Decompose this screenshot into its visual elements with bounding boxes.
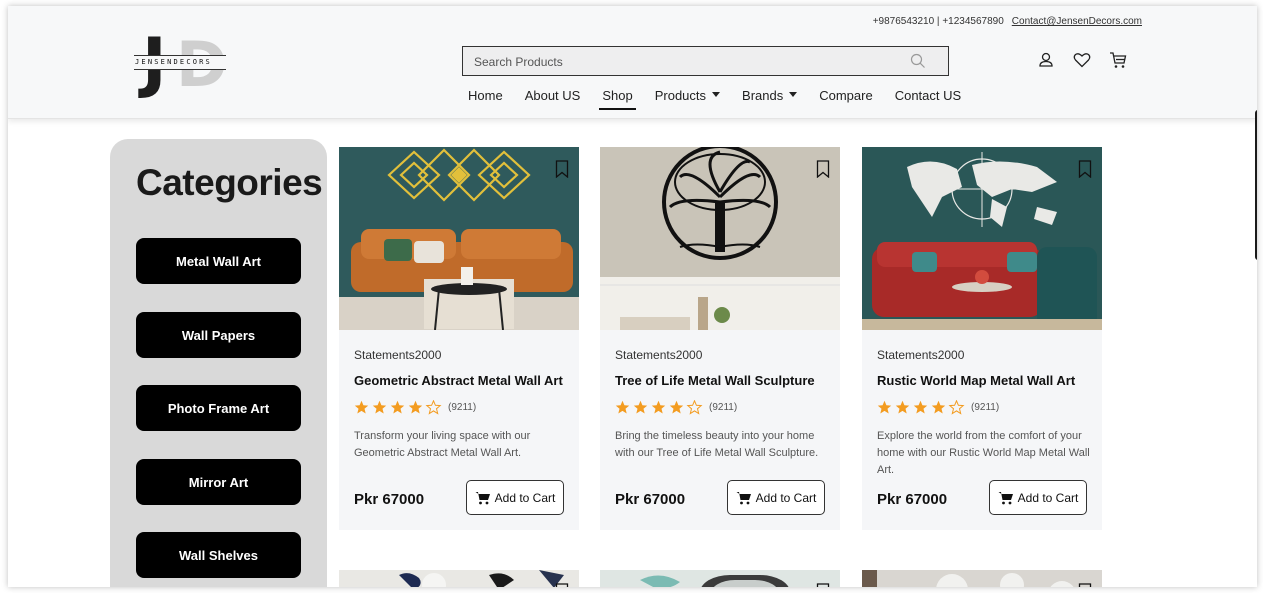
nav-brands-label: Brands [742, 88, 784, 103]
heart-icon[interactable] [1072, 50, 1092, 70]
category-mirror-art[interactable]: Mirror Art [136, 459, 301, 505]
page-frame: J D JENSENDECORS +9876543210 | +12345678… [8, 6, 1257, 587]
product-brand: Statements2000 [354, 348, 442, 362]
main-nav: Home About US Shop Products Brands Compa… [468, 88, 961, 110]
product-price: Pkr 67000 [877, 491, 948, 508]
header-icons [1036, 50, 1128, 70]
category-metal-wall-art[interactable]: Metal Wall Art [136, 238, 301, 284]
product-image[interactable] [862, 147, 1102, 330]
product-title[interactable]: Geometric Abstract Metal Wall Art [354, 373, 563, 389]
product-description: Transform your living space with our Geo… [354, 430, 531, 459]
bookmark-icon[interactable] [816, 160, 830, 178]
nav-about[interactable]: About US [525, 88, 581, 104]
phone-numbers: +9876543210 | +1234567890 [872, 16, 1004, 27]
scrollbar-thumb[interactable] [1255, 110, 1257, 260]
product-image[interactable] [339, 147, 579, 330]
product-title[interactable]: Tree of Life Metal Wall Sculpture [615, 373, 815, 389]
add-to-cart-button[interactable]: Add to Cart [466, 480, 564, 515]
logo-wordmark: JENSENDECORS [135, 58, 212, 66]
nav-products-label: Products [654, 88, 707, 103]
site-header: J D JENSENDECORS +9876543210 | +12345678… [8, 6, 1257, 119]
product-image[interactable] [862, 570, 1102, 587]
product-card[interactable] [600, 570, 840, 587]
categories-title: Categories [136, 162, 323, 203]
categories-sidebar: Categories Metal Wall Art Wall Papers Ph… [110, 139, 327, 587]
site-logo[interactable]: J D JENSENDECORS [134, 30, 227, 98]
category-wall-shelves[interactable]: Wall Shelves [136, 532, 301, 578]
cart-icon [475, 491, 490, 504]
bookmark-icon[interactable] [555, 583, 569, 587]
product-price: Pkr 67000 [354, 491, 425, 508]
product-card[interactable] [339, 570, 579, 587]
chevron-down-icon [789, 92, 798, 98]
bookmark-icon[interactable] [555, 160, 569, 178]
rating-count: (9211) [971, 401, 1000, 413]
star-rating-icon [615, 400, 702, 414]
product-card[interactable]: Statements2000 Tree of Life Metal Wall S… [600, 147, 840, 530]
email-link[interactable]: Contact@JensenDecors.com [1012, 16, 1142, 27]
product-image[interactable] [600, 147, 840, 330]
product-card[interactable] [862, 570, 1102, 587]
product-rating: (9211) [615, 400, 737, 415]
cart-icon[interactable] [1108, 50, 1128, 70]
product-image[interactable] [339, 570, 579, 587]
add-to-cart-button[interactable]: Add to Cart [727, 480, 825, 515]
nav-home[interactable]: Home [468, 88, 503, 104]
category-wall-papers[interactable]: Wall Papers [136, 312, 301, 358]
product-rating: (9211) [354, 400, 476, 415]
add-to-cart-label: Add to Cart [1017, 490, 1079, 505]
product-brand: Statements2000 [615, 348, 703, 362]
category-photo-frame-art[interactable]: Photo Frame Art [136, 385, 301, 431]
star-rating-icon [354, 400, 441, 414]
add-to-cart-button[interactable]: Add to Cart [989, 480, 1087, 515]
rating-count: (9211) [709, 401, 738, 413]
product-description: Bring the timeless beauty into your home… [615, 430, 819, 459]
bookmark-icon[interactable] [1078, 583, 1092, 587]
cart-icon [736, 491, 751, 504]
product-title[interactable]: Rustic World Map Metal Wall Art [877, 373, 1075, 389]
nav-products[interactable]: Products [654, 88, 721, 104]
product-image[interactable] [600, 570, 840, 587]
contact-info: +9876543210 | +1234567890 Contact@JensenD… [873, 16, 1142, 28]
product-description: Explore the world from the comfort of yo… [877, 430, 1090, 476]
product-brand: Statements2000 [877, 348, 965, 362]
nav-brands[interactable]: Brands [742, 88, 798, 104]
star-rating-icon [877, 400, 964, 414]
search-icon[interactable] [910, 53, 926, 69]
product-card[interactable]: Statements2000 Rustic World Map Metal Wa… [862, 147, 1102, 530]
product-price: Pkr 67000 [615, 491, 686, 508]
product-card[interactable]: Statements2000 Geometric Abstract Metal … [339, 147, 579, 530]
cart-icon [998, 491, 1013, 504]
user-icon[interactable] [1036, 50, 1056, 70]
rating-count: (9211) [448, 401, 477, 413]
add-to-cart-label: Add to Cart [755, 490, 817, 505]
search-bar[interactable]: Search Products [462, 46, 949, 76]
nav-shop[interactable]: Shop [599, 88, 637, 110]
bookmark-icon[interactable] [816, 583, 830, 587]
nav-compare[interactable]: Compare [819, 88, 872, 104]
product-rating: (9211) [877, 400, 999, 415]
search-input[interactable]: Search Products [474, 55, 563, 69]
bookmark-icon[interactable] [1078, 160, 1092, 178]
chevron-down-icon [712, 92, 721, 98]
nav-contact[interactable]: Contact US [895, 88, 961, 104]
add-to-cart-label: Add to Cart [494, 490, 556, 505]
